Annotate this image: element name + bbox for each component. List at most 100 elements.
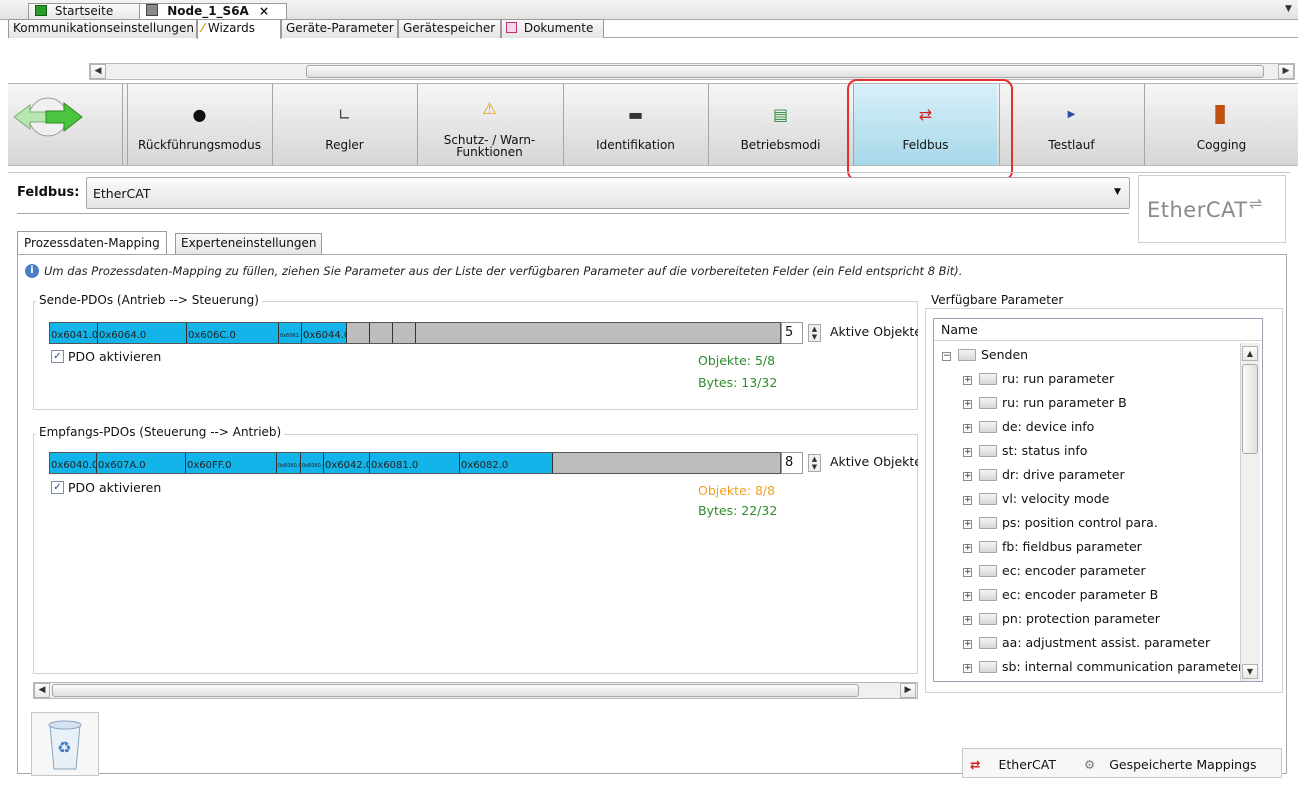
expand-icon[interactable]: + <box>963 544 972 553</box>
tree-item[interactable]: + ps: position control para. <box>963 511 1158 535</box>
tab-ethercat-mapping[interactable]: ⇄ EtherCAT <box>970 757 1056 772</box>
scroll-left-icon[interactable]: ◀ <box>90 64 106 79</box>
wizard-step-betriebsmodi[interactable]: ▤ Betriebsmodi <box>708 84 852 165</box>
tree-item[interactable]: + vl: velocity mode <box>963 487 1109 511</box>
wizard-step-rueckfuehrungsmodus[interactable]: ● Rückführungsmodus <box>127 84 271 165</box>
params-tree[interactable]: Name − Senden + ru: run parameter + ru: run … <box>933 318 1263 682</box>
chevron-down-icon[interactable]: ▼ <box>1114 187 1121 197</box>
expand-icon[interactable]: + <box>963 616 972 625</box>
scroll-thumb[interactable] <box>306 65 1264 78</box>
scroll-left-icon[interactable]: ◀ <box>34 683 50 698</box>
expand-icon[interactable]: + <box>963 520 972 529</box>
send-count-value: 5 <box>785 325 794 340</box>
wizard-step-schutz-warn[interactable]: ⚠ Schutz- / Warn- Funktionen <box>417 84 561 165</box>
tab-dokumente[interactable]: Dokumente <box>501 19 604 38</box>
receive-pdo-title: Empfangs-PDOs (Steuerung --> Antrieb) <box>36 425 285 439</box>
expand-icon[interactable]: + <box>963 496 972 505</box>
scroll-right-icon[interactable]: ▶ <box>900 683 916 698</box>
pdo-cell[interactable]: 0x60FF.0 <box>186 453 277 473</box>
spinner-arrows-icon[interactable]: ▲ ▼ <box>808 324 821 342</box>
recycle-bin[interactable]: ♻ <box>31 712 99 776</box>
receive-pdo-checkbox[interactable]: ✓ <box>51 481 64 494</box>
folder-icon <box>979 589 997 601</box>
tab-startseite[interactable]: Startseite <box>28 3 140 20</box>
tab-experteneinstellungen[interactable]: Experteneinstellungen <box>175 233 323 254</box>
wand-icon: ⁄ <box>202 21 205 35</box>
tree-item[interactable]: + ru: run parameter B <box>963 391 1127 415</box>
scroll-thumb[interactable] <box>1242 364 1258 454</box>
scroll-thumb[interactable] <box>52 684 859 697</box>
send-pdo-checkbox[interactable]: ✓ <box>51 350 64 363</box>
pdo-empty-slot[interactable] <box>370 323 393 343</box>
pdo-cell[interactable]: 0x6060.0 <box>277 453 301 473</box>
expand-icon[interactable]: + <box>963 568 972 577</box>
tree-item[interactable]: + sb: internal communication parameter <box>963 655 1243 679</box>
pdo-empty-slot[interactable] <box>347 323 370 343</box>
params-column-header[interactable]: Name <box>934 319 1262 341</box>
wizard-step-label: Rückführungsmodus <box>138 138 261 152</box>
tree-item[interactable]: + st: status info <box>963 439 1087 463</box>
scroll-up-icon[interactable]: ▲ <box>1242 346 1258 361</box>
tab-wizards[interactable]: ⁄ Wizards <box>197 19 281 39</box>
pdo-cell[interactable]: 0x6081.0 <box>370 453 460 473</box>
pdo-cell[interactable]: 0x6044.0 <box>302 323 347 343</box>
pdo-cell[interactable]: 0x6040.0 <box>50 453 97 473</box>
pdo-cell[interactable]: 0x6064.0 <box>98 323 187 343</box>
close-icon[interactable]: × <box>259 4 269 18</box>
wizard-step-regler[interactable]: ∟ Regler <box>272 84 416 165</box>
pdo-cell[interactable]: 0x6060.0 <box>301 453 324 473</box>
navigation-arrows-icon[interactable] <box>10 97 86 137</box>
expand-icon[interactable]: + <box>963 376 972 385</box>
wizard-step-label: Regler <box>325 138 364 152</box>
pdo-cell[interactable]: 0x6061.0 <box>279 323 302 343</box>
wizard-step-identifikation[interactable]: ▬ Identifikation <box>563 84 707 165</box>
tree-item[interactable]: + pn: protection parameter <box>963 607 1160 631</box>
folder-icon <box>979 637 997 649</box>
back-forward-arrows[interactable] <box>10 97 86 137</box>
tab-gespeicherte-mappings[interactable]: ⚙ Gespeicherte Mappings <box>1084 757 1257 772</box>
tree-item[interactable]: + dr: drive parameter <box>963 463 1125 487</box>
expand-icon[interactable]: + <box>963 640 972 649</box>
tree-item[interactable]: + de: device info <box>963 415 1094 439</box>
tab-prozessdaten-mapping[interactable]: Prozessdaten-Mapping <box>17 231 167 255</box>
send-pdo-group <box>33 301 918 410</box>
collapse-icon[interactable]: − <box>942 352 951 361</box>
spinner-arrows-icon[interactable]: ▲ ▼ <box>808 454 821 472</box>
send-pdo-bar[interactable]: 0x6041.0 0x6064.0 0x606C.0 0x6061.0 0x60… <box>49 322 781 344</box>
tab-geraete-parameter[interactable]: Geräte-Parameter <box>281 19 398 38</box>
folder-icon <box>979 469 997 481</box>
tree-item[interactable]: + ru: run parameter <box>963 367 1114 391</box>
pdo-cell[interactable]: 0x607A.0 <box>97 453 186 473</box>
pdo-cell[interactable]: 0x6042.0 <box>324 453 370 473</box>
scroll-down-icon[interactable]: ▼ <box>1242 664 1258 679</box>
pdo-empty-slot[interactable] <box>393 323 416 343</box>
tree-item[interactable]: + ec: encoder parameter <box>963 559 1146 583</box>
tree-root-senden[interactable]: − Senden <box>942 343 1028 367</box>
wizard-step-cogging[interactable]: ▊ Cogging <box>1144 84 1298 165</box>
wizard-step-label: Testlauf <box>1048 138 1095 152</box>
chevron-down-icon[interactable]: ▼ <box>1285 4 1292 14</box>
tab-geraetespeicher[interactable]: Gerätespeicher <box>398 19 501 38</box>
scroll-right-icon[interactable]: ▶ <box>1278 64 1294 79</box>
pdo-cell[interactable]: 0x606C.0 <box>187 323 279 343</box>
tree-item[interactable]: + ec: encoder parameter B <box>963 583 1158 607</box>
tree-item[interactable]: + fb: fieldbus parameter <box>963 535 1142 559</box>
expand-icon[interactable]: + <box>963 472 972 481</box>
tab-label: EtherCAT <box>998 757 1056 772</box>
receive-count-spinner[interactable]: 8 <box>781 452 803 474</box>
folder-icon <box>979 517 997 529</box>
expand-icon[interactable]: + <box>963 424 972 433</box>
pdo-cell[interactable]: 0x6041.0 <box>50 323 98 343</box>
tab-kommunikationseinstellungen[interactable]: Kommunikationseinstellungen <box>8 19 197 38</box>
tab-node[interactable]: Node_1_S6A × <box>139 3 287 20</box>
fieldbus-select[interactable]: EtherCAT ▼ <box>86 177 1130 209</box>
expand-icon[interactable]: + <box>963 664 972 673</box>
tree-item[interactable]: + aa: adjustment assist. parameter <box>963 631 1210 655</box>
send-count-spinner[interactable]: 5 <box>781 322 803 344</box>
wizard-step-testlauf[interactable]: ▶ Testlauf <box>999 84 1143 165</box>
pdo-cell[interactable]: 0x6082.0 <box>460 453 553 473</box>
receive-pdo-bar[interactable]: 0x6040.0 0x607A.0 0x60FF.0 0x6060.0 0x60… <box>49 452 781 474</box>
expand-icon[interactable]: + <box>963 448 972 457</box>
expand-icon[interactable]: + <box>963 592 972 601</box>
expand-icon[interactable]: + <box>963 400 972 409</box>
